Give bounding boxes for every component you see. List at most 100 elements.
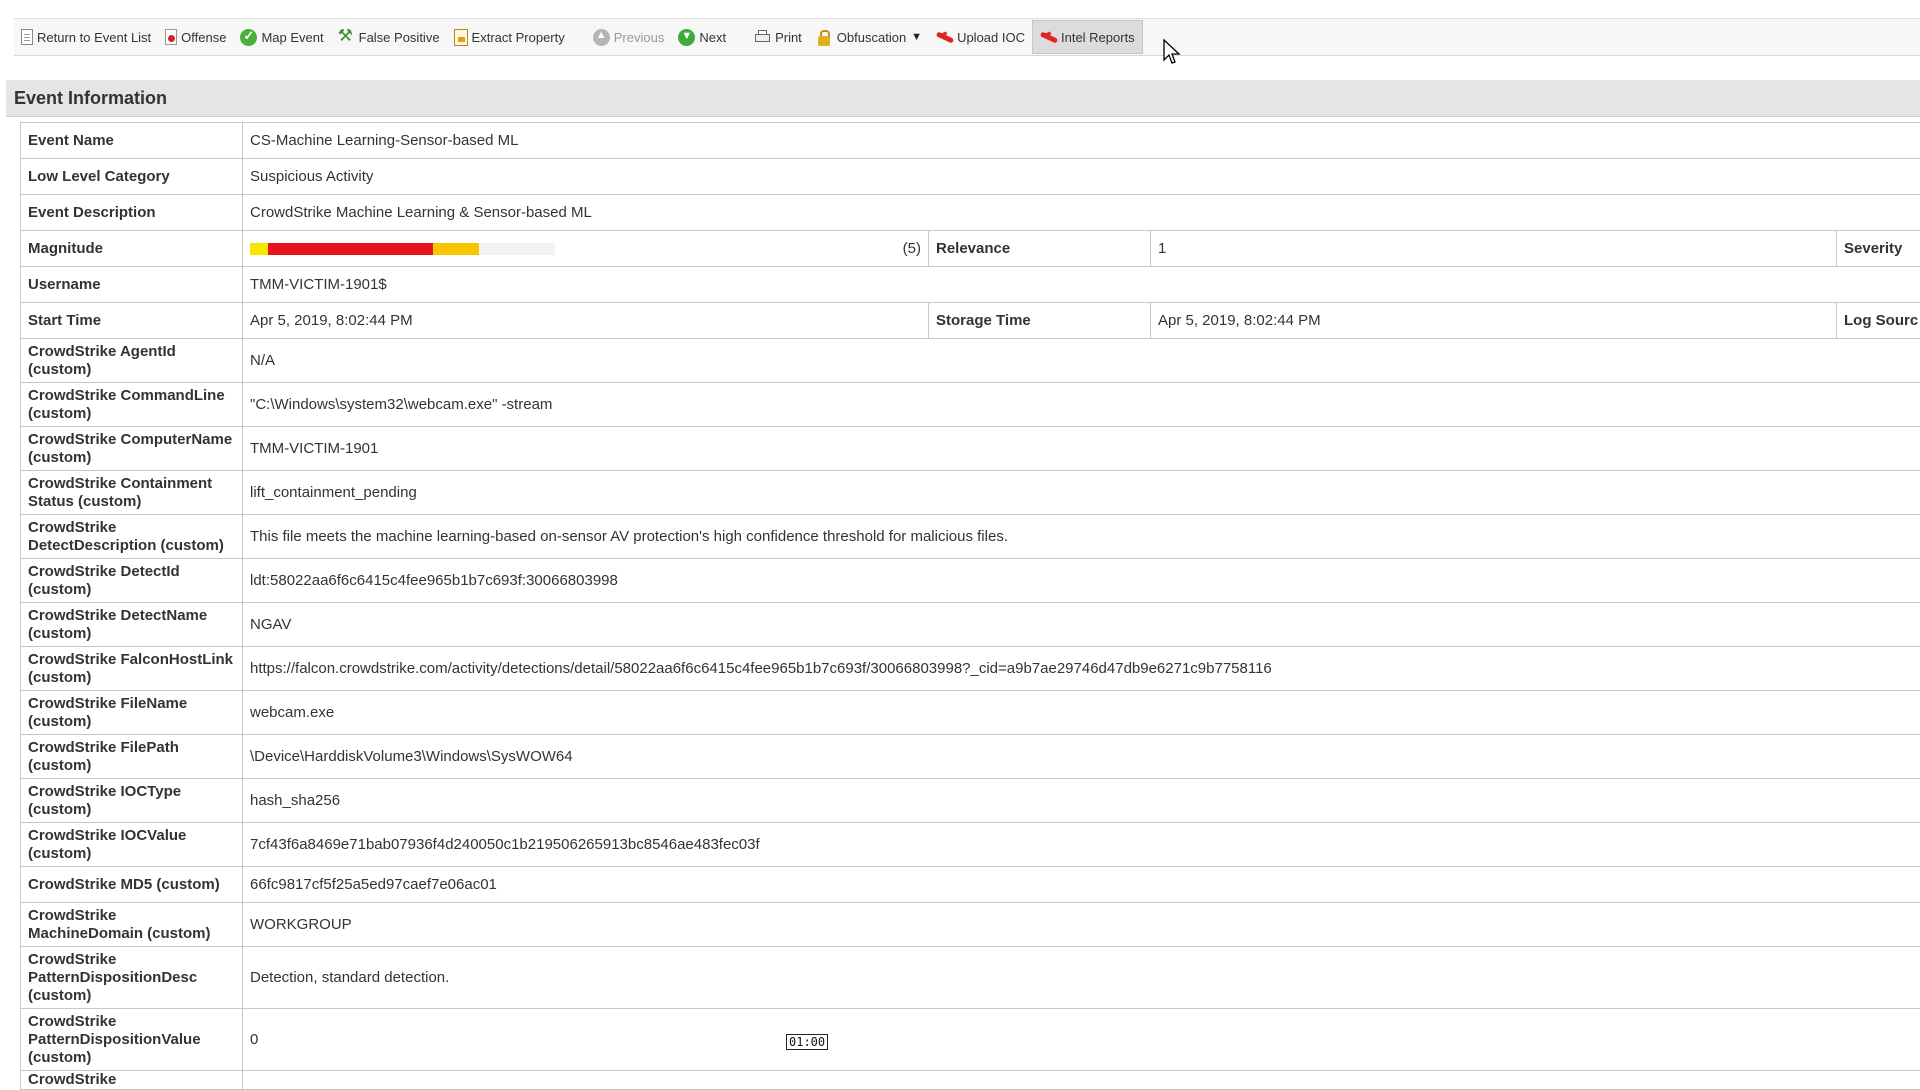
- username-label: Username: [21, 267, 243, 303]
- upload-ioc-button[interactable]: Upload IOC: [929, 20, 1032, 54]
- magnitude-label: Magnitude: [21, 231, 243, 267]
- table-row: Magnitude (5) Relevance 1 Severity: [21, 231, 1920, 267]
- print-button[interactable]: Print: [747, 20, 809, 54]
- event-description-value: CrowdStrike Machine Learning & Sensor-ba…: [243, 195, 1920, 231]
- start-time-value: Apr 5, 2019, 8:02:44 PM: [243, 303, 929, 339]
- custom-property-value: 0: [243, 1009, 1920, 1071]
- custom-property-label: CrowdStrike FileName (custom): [21, 691, 243, 735]
- lock-icon: [816, 29, 833, 46]
- magnitude-bar-red: [268, 243, 433, 255]
- wrench-icon: [338, 29, 355, 46]
- start-time-label: Start Time: [21, 303, 243, 339]
- caret-down-icon: ▼: [911, 31, 922, 43]
- return-to-event-list-button[interactable]: Return to Event List: [14, 20, 158, 54]
- custom-property-value: hash_sha256: [243, 779, 1920, 823]
- custom-property-value: WORKGROUP: [243, 903, 1920, 947]
- custom-property-value: ldt:58022aa6f6c6415c4fee965b1b7c693f:300…: [243, 559, 1920, 603]
- custom-property-label: CrowdStrike IOCType (custom): [21, 779, 243, 823]
- falcon-icon: [1040, 29, 1057, 46]
- table-row: Username TMM-VICTIM-1901$: [21, 267, 1920, 303]
- offense-icon: [165, 29, 177, 45]
- page-icon: [21, 29, 33, 45]
- relevance-label: Relevance: [929, 231, 1151, 267]
- custom-property-label: CrowdStrike DetectDescription (custom): [21, 515, 243, 559]
- username-value: TMM-VICTIM-1901$: [243, 267, 1920, 303]
- table-row: CrowdStrike MD5 (custom)66fc9817cf5f25a5…: [21, 867, 1920, 903]
- log-source-label: Log Sourc: [1837, 303, 1920, 339]
- custom-property-value: webcam.exe: [243, 691, 1920, 735]
- low-level-category-value: Suspicious Activity: [243, 159, 1920, 195]
- false-positive-label: False Positive: [359, 30, 440, 45]
- table-row: CrowdStrike MachineDomain (custom)WORKGR…: [21, 903, 1920, 947]
- custom-property-value: NGAV: [243, 603, 1920, 647]
- event-information-header: Event Information: [6, 80, 1920, 117]
- table-row: CrowdStrike DetectDescription (custom)Th…: [21, 515, 1920, 559]
- event-description-label: Event Description: [21, 195, 243, 231]
- table-row: Start Time Apr 5, 2019, 8:02:44 PM Stora…: [21, 303, 1920, 339]
- extract-property-label: Extract Property: [472, 30, 565, 45]
- previous-button[interactable]: Previous: [586, 20, 672, 54]
- magnitude-value: (5): [903, 240, 921, 257]
- table-row: CrowdStrike: [21, 1071, 1920, 1090]
- custom-property-value: "C:\Windows\system32\webcam.exe" -stream: [243, 383, 1920, 427]
- custom-property-label: CrowdStrike MachineDomain (custom): [21, 903, 243, 947]
- previous-label: Previous: [614, 30, 665, 45]
- upload-ioc-label: Upload IOC: [957, 30, 1025, 45]
- table-row: CrowdStrike DetectId (custom)ldt:58022aa…: [21, 559, 1920, 603]
- offense-label: Offense: [181, 30, 226, 45]
- custom-property-label: CrowdStrike IOCValue (custom): [21, 823, 243, 867]
- offense-button[interactable]: Offense: [158, 20, 233, 54]
- custom-property-value: lift_containment_pending: [243, 471, 1920, 515]
- obfuscation-dropdown[interactable]: Obfuscation ▼: [809, 20, 929, 54]
- false-positive-button[interactable]: False Positive: [331, 20, 447, 54]
- next-button[interactable]: Next: [671, 20, 733, 54]
- map-event-label: Map Event: [261, 30, 323, 45]
- custom-property-value: https://falcon.crowdstrike.com/activity/…: [243, 647, 1920, 691]
- magnitude-cell: (5): [243, 231, 929, 267]
- obfuscation-label: Obfuscation: [837, 30, 906, 45]
- storage-time-value: Apr 5, 2019, 8:02:44 PM: [1151, 303, 1837, 339]
- custom-property-label: CrowdStrike ComputerName (custom): [21, 427, 243, 471]
- falcon-icon: [936, 29, 953, 46]
- storage-time-label: Storage Time: [929, 303, 1151, 339]
- extract-property-button[interactable]: Extract Property: [447, 20, 572, 54]
- mouse-cursor-icon: [1162, 38, 1182, 66]
- custom-property-value: Detection, standard detection.: [243, 947, 1920, 1009]
- custom-property-label: CrowdStrike CommandLine (custom): [21, 383, 243, 427]
- table-row: CrowdStrike FileName (custom)webcam.exe: [21, 691, 1920, 735]
- relevance-value: 1: [1151, 231, 1837, 267]
- custom-property-label: CrowdStrike: [21, 1071, 243, 1090]
- table-row: CrowdStrike AgentId (custom)N/A: [21, 339, 1920, 383]
- table-row: Low Level Category Suspicious Activity: [21, 159, 1920, 195]
- table-row: CrowdStrike PatternDispositionValue (cus…: [21, 1009, 1920, 1071]
- custom-property-value: \Device\HarddiskVolume3\Windows\SysWOW64: [243, 735, 1920, 779]
- table-row: CrowdStrike Containment Status (custom)l…: [21, 471, 1920, 515]
- custom-property-label: CrowdStrike MD5 (custom): [21, 867, 243, 903]
- magnitude-bar-orange: [433, 243, 479, 255]
- event-name-label: Event Name: [21, 123, 243, 159]
- table-row: Event Description CrowdStrike Machine Le…: [21, 195, 1920, 231]
- next-label: Next: [699, 30, 726, 45]
- table-row: CrowdStrike IOCType (custom)hash_sha256: [21, 779, 1920, 823]
- custom-property-label: CrowdStrike FalconHostLink (custom): [21, 647, 243, 691]
- magnitude-bar-yellow: [250, 243, 268, 255]
- table-row: CrowdStrike ComputerName (custom)TMM-VIC…: [21, 427, 1920, 471]
- print-label: Print: [775, 30, 802, 45]
- extract-icon: [454, 29, 468, 46]
- custom-property-label: CrowdStrike Containment Status (custom): [21, 471, 243, 515]
- table-row: CrowdStrike FilePath (custom)\Device\Har…: [21, 735, 1920, 779]
- intel-reports-button[interactable]: Intel Reports: [1032, 20, 1143, 54]
- magnitude-bar: [250, 243, 555, 255]
- custom-property-value: 7cf43f6a8469e71bab07936f4d240050c1b21950…: [243, 823, 1920, 867]
- return-to-event-list-label: Return to Event List: [37, 30, 151, 45]
- video-timestamp: 01:00: [786, 1034, 828, 1050]
- printer-icon: [754, 29, 771, 46]
- custom-property-value: This file meets the machine learning-bas…: [243, 515, 1920, 559]
- custom-property-label: CrowdStrike AgentId (custom): [21, 339, 243, 383]
- custom-property-label: CrowdStrike PatternDispositionDesc (cust…: [21, 947, 243, 1009]
- event-toolbar: Return to Event List Offense Map Event F…: [14, 18, 1920, 56]
- low-level-category-label: Low Level Category: [21, 159, 243, 195]
- custom-property-value: TMM-VICTIM-1901: [243, 427, 1920, 471]
- map-event-button[interactable]: Map Event: [233, 20, 330, 54]
- custom-property-value: 66fc9817cf5f25a5ed97caef7e06ac01: [243, 867, 1920, 903]
